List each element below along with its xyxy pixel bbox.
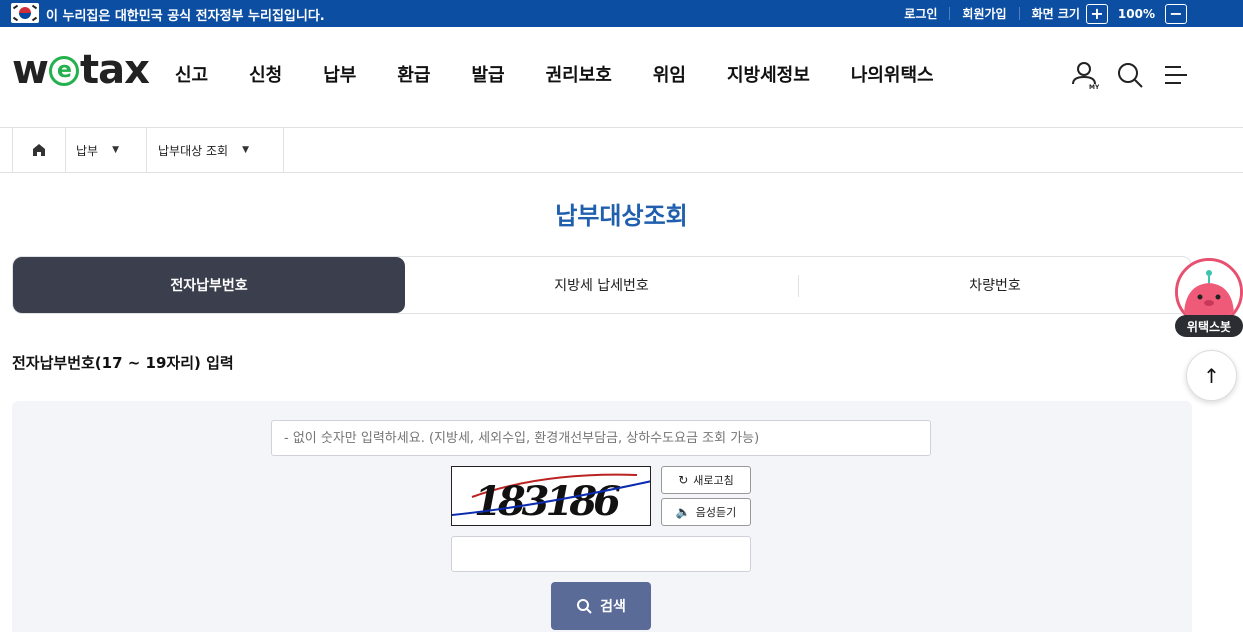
breadcrumb-home[interactable] [12, 128, 65, 172]
zoom-level: 100% [1117, 6, 1155, 21]
zoom-out-button[interactable]: − [1165, 3, 1187, 24]
nav-item-refund[interactable]: 환급 [397, 61, 430, 87]
nav-item-my-wetax[interactable]: 나의위택스 [851, 61, 934, 87]
nav-item-delegation[interactable]: 위임 [653, 61, 686, 87]
tab-vehicle-number[interactable]: 차량번호 [799, 257, 1191, 313]
section-label: 전자납부번호(17 ~ 19자리) 입력 [12, 354, 234, 372]
main-nav: 신고 신청 납부 환급 발급 권리보호 위임 지방세정보 나의위택스 [175, 61, 975, 87]
svg-text:MY: MY [1089, 84, 1099, 90]
captcha-refresh-button[interactable]: ↻ 새로고침 [661, 466, 751, 494]
gov-utility-links: 로그인 회원가입 화면 크기 + 100% − [892, 0, 1193, 27]
search-icon[interactable] [1115, 60, 1145, 90]
search-icon [577, 599, 592, 614]
nav-item-local-tax-info[interactable]: 지방세정보 [727, 61, 810, 87]
zoom-in-button[interactable]: + [1085, 3, 1108, 24]
tab-electronic-payment-number[interactable]: 전자납부번호 [13, 257, 405, 313]
nav-item-payment[interactable]: 납부 [323, 61, 356, 87]
captcha-audio-button[interactable]: 🔈 음성듣기 [661, 498, 751, 526]
wetax-logo[interactable]: w e tax [12, 47, 150, 93]
signup-link[interactable]: 회원가입 [950, 5, 1018, 22]
gov-banner: 이 누리집은 대한민국 공식 전자정부 누리집입니다. 로그인 회원가입 화면 … [0, 0, 1243, 27]
site-header: w e tax 신고 신청 납부 환급 발급 권리보호 위임 지방세정보 나의위택스… [0, 27, 1243, 128]
lookup-tabs: 전자납부번호 지방세 납세번호 차량번호 [12, 256, 1192, 314]
screen-size-label: 화면 크기 [1031, 7, 1080, 21]
nav-item-rights[interactable]: 권리보호 [546, 61, 612, 87]
scroll-top-button[interactable]: ↑ [1186, 350, 1237, 401]
refresh-icon: ↻ [678, 473, 689, 487]
nav-item-issue[interactable]: 발급 [472, 61, 505, 87]
payment-number-input[interactable] [271, 420, 931, 456]
caret-down-icon: ▼ [112, 145, 120, 155]
header-icons: MY [1053, 60, 1191, 90]
speaker-icon: 🔈 [675, 505, 691, 519]
hamburger-menu-icon[interactable] [1161, 60, 1191, 90]
breadcrumb-level2[interactable]: 납부대상 조회 ▼ [146, 128, 284, 172]
tab-local-tax-number[interactable]: 지방세 납세번호 [405, 257, 798, 313]
gov-banner-text: 이 누리집은 대한민국 공식 전자정부 누리집입니다. [46, 9, 325, 24]
nav-item-report[interactable]: 신고 [175, 61, 208, 87]
user-my-icon[interactable]: MY [1069, 60, 1099, 90]
breadcrumb-level1[interactable]: 납부 ▼ [65, 128, 146, 172]
search-button[interactable]: 검색 [551, 582, 651, 630]
captcha-input[interactable] [451, 536, 751, 572]
korea-flag-icon [11, 3, 39, 23]
arrow-up-icon: ↑ [1203, 363, 1220, 388]
login-link[interactable]: 로그인 [892, 5, 949, 22]
caret-down-icon: ▼ [242, 145, 249, 155]
captcha-image: 183186 [451, 466, 651, 526]
breadcrumb: 납부 ▼ 납부대상 조회 ▼ [0, 128, 1243, 173]
home-icon [33, 144, 45, 156]
wetax-bot-widget[interactable]: 위택스봇 [1175, 258, 1243, 338]
bot-label: 위택스봇 [1175, 315, 1243, 337]
search-form: 183186 ↻ 새로고침 🔈 음성듣기 검색 [12, 401, 1192, 632]
nav-item-apply[interactable]: 신청 [249, 61, 282, 87]
page-title: 납부대상조회 [555, 202, 688, 230]
